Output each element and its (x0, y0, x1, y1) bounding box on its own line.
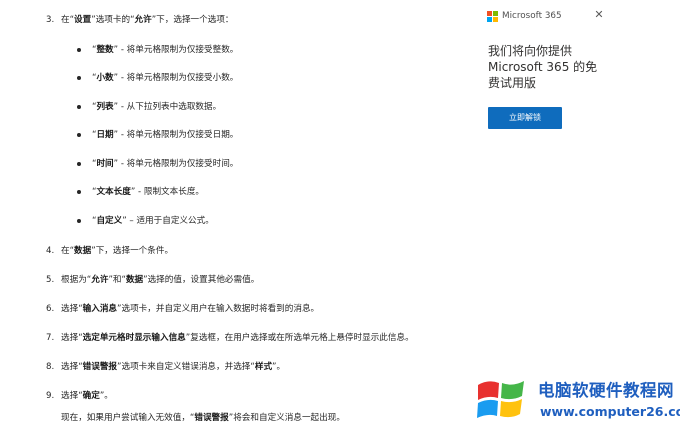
windows-logo-icon (477, 381, 524, 418)
step-number: 9. (46, 391, 55, 401)
step-text: 选择“错误警报”选项卡来自定义错误消息，并选择“样式”。 (61, 362, 286, 372)
logo-square (493, 11, 498, 16)
bullet-dot (77, 76, 81, 80)
microsoft-logo-icon (487, 11, 498, 22)
bullet-dot (77, 105, 81, 109)
step-number: 3. (46, 15, 55, 25)
m365-promo-panel: Microsoft 365 ✕ 我们将向你提供 Microsoft 365 的免… (478, 0, 618, 140)
step-number: 8. (46, 362, 55, 372)
bullet-dot (77, 133, 81, 137)
step-number: 4. (46, 246, 55, 256)
brand-name: Microsoft 365 (502, 11, 562, 21)
unlock-now-button[interactable]: 立即解锁 (488, 107, 562, 129)
logo-square (487, 11, 492, 16)
site-watermark: 电脑软硬件教程网 www.computer26.com (476, 373, 680, 432)
logo-pane (478, 381, 499, 400)
article-content: 3. 在“设置”选项卡的“允许”下，选择一个选项： “整数” - 将单元格限制为… (46, 15, 414, 423)
step-text: 在“设置”选项卡的“允许”下，选择一个选项： (61, 15, 234, 25)
logo-square (493, 17, 498, 22)
step-text: 在“数据”下，选择一个条件。 (61, 246, 174, 256)
logo-pane (500, 399, 522, 418)
logo-square (487, 17, 492, 22)
watermark-title: 电脑软硬件教程网 (538, 381, 674, 400)
step-number: 5. (46, 275, 55, 285)
step-number: 6. (46, 304, 55, 314)
promo-title: 我们将向你提供 Microsoft 365 的免费试用版 (488, 44, 598, 90)
logo-pane (477, 399, 498, 418)
logo-pane (501, 381, 524, 400)
step-text: 选择“选定单元格时显示输入信息”复选框，在用户选择或在所选单元格上悬停时显示此信… (61, 333, 414, 343)
watermark-url: www.computer26.com (540, 404, 680, 419)
bullet-dot (77, 48, 81, 52)
step-text: 选择“确定”。 (61, 391, 113, 401)
bullet-dot (77, 162, 81, 166)
close-icon[interactable]: ✕ (592, 8, 606, 22)
step-text: 根据为“允许”和“数据”选择的值，设置其他必需值。 (61, 275, 260, 285)
bullet-dot (77, 219, 81, 223)
bullet-dot (77, 190, 81, 194)
step-text: 选择“输入消息”选项卡，并自定义用户在输入数据时将看到的消息。 (61, 304, 320, 314)
step-number: 7. (46, 333, 55, 343)
